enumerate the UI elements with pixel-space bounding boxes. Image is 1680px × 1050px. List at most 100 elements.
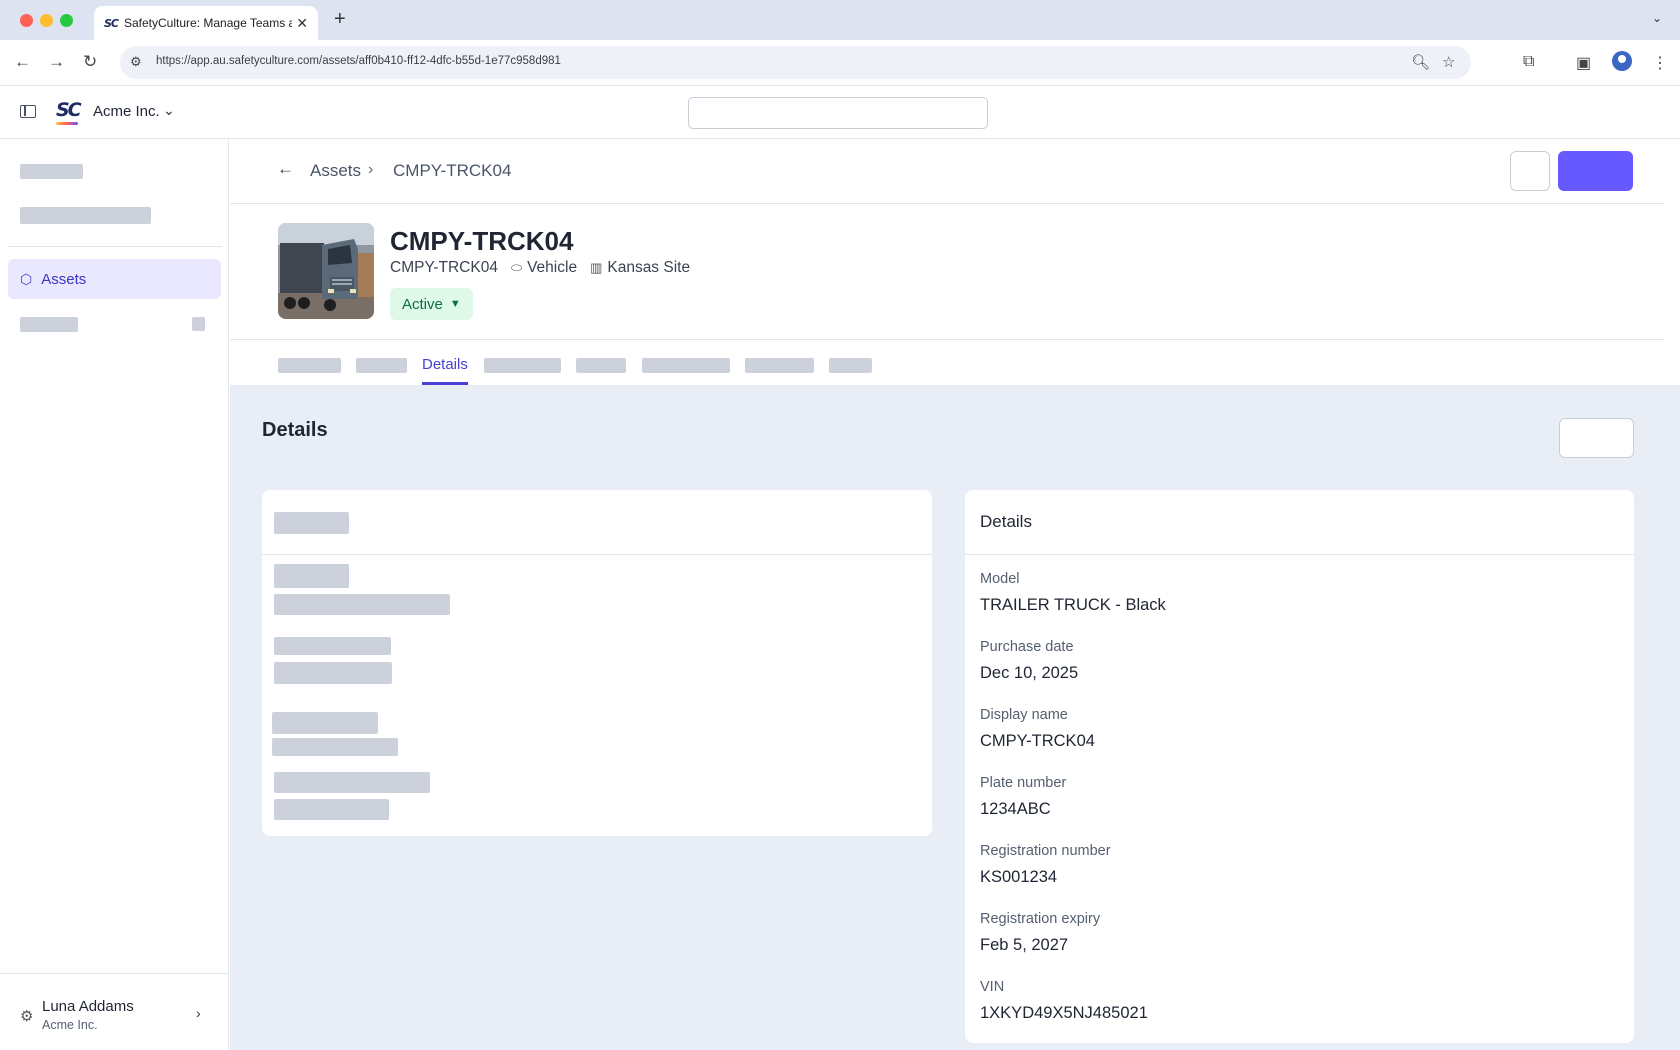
field-value: 1XKYD49X5NJ485021: [980, 1004, 1148, 1022]
sidebar-toggle-icon[interactable]: [20, 105, 36, 118]
sidebar-divider: [8, 246, 222, 247]
chevron-right-icon: ›: [196, 1005, 201, 1021]
tabs-divider: [230, 339, 1664, 340]
section-title: Details: [262, 419, 328, 441]
card-divider: [262, 554, 932, 555]
field-value: Feb 5, 2027: [980, 936, 1069, 954]
field-value: TRAILER TRUCK - Black: [980, 596, 1166, 614]
more-actions-button[interactable]: [1510, 151, 1550, 191]
chevron-down-icon: ▼: [449, 298, 461, 310]
tag-icon: ⬭: [510, 260, 523, 275]
field-label: Purchase date: [980, 639, 1074, 655]
tab-placeholder[interactable]: [356, 358, 407, 373]
safetyculture-logo[interactable]: SC: [56, 99, 82, 121]
asset-site: Kansas Site: [607, 259, 691, 276]
browser-menu-icon[interactable]: ⋮: [1652, 53, 1668, 73]
close-window-button[interactable]: [20, 14, 33, 27]
status-dropdown[interactable]: Active ▼: [390, 288, 473, 320]
field-value: CMPY-TRCK04: [980, 732, 1095, 750]
search-input[interactable]: [688, 97, 988, 129]
sidebar: ⬡ Assets ⚙ Luna Addams Acme Inc. ›: [0, 139, 229, 1050]
field-display-name: Display name CMPY-TRCK04: [980, 707, 1095, 751]
field-label: Registration number: [980, 843, 1111, 859]
field-value-placeholder: [274, 662, 392, 684]
breadcrumb-assets-link[interactable]: Assets: [310, 161, 361, 181]
info-card-placeholder: [262, 490, 932, 836]
browser-tab[interactable]: SC SafetyCulture: Manage Teams and... ✕: [94, 6, 318, 40]
bookmark-star-icon[interactable]: ☆: [1442, 53, 1455, 71]
tab-placeholder[interactable]: [278, 358, 341, 373]
forward-icon[interactable]: →: [48, 52, 65, 72]
chevron-down-icon[interactable]: ⌄: [163, 102, 175, 119]
tab-placeholder[interactable]: [576, 358, 626, 373]
primary-action-button[interactable]: [1558, 151, 1633, 191]
tab-placeholder[interactable]: [829, 358, 872, 373]
asset-header: ← Assets › CMPY-TRCK04 CMPY-TRCK04 CMPY-…: [230, 139, 1680, 385]
tab-details[interactable]: Details: [422, 356, 468, 373]
address-bar[interactable]: ⚙ https://app.au.safetyculture.com/asset…: [120, 46, 1471, 79]
breadcrumb-current: CMPY-TRCK04: [393, 161, 512, 180]
truck-photo: [278, 223, 374, 319]
field-value: 1234ABC: [980, 800, 1051, 818]
field-value-placeholder: [272, 738, 398, 756]
field-label: Plate number: [980, 775, 1067, 791]
tab-placeholder[interactable]: [642, 358, 730, 373]
tab-placeholder[interactable]: [745, 358, 814, 373]
asset-type: Vehicle: [527, 259, 578, 276]
tab-placeholder[interactable]: [484, 358, 561, 373]
safetyculture-favicon-icon: SC: [104, 16, 119, 30]
profile-avatar-icon[interactable]: [1612, 51, 1632, 71]
active-tab-indicator: [422, 382, 468, 385]
gear-icon: ⚙: [20, 1008, 34, 1025]
asset-photo[interactable]: [278, 223, 374, 319]
sidebar-placeholder: [20, 164, 83, 179]
browser-toolbar: ← → ↻ ⚙ https://app.au.safetyculture.com…: [0, 40, 1680, 86]
field-value: Dec 10, 2025: [980, 664, 1079, 682]
reload-icon[interactable]: ↻: [83, 52, 97, 72]
field-registration-number: Registration number KS001234: [980, 843, 1111, 887]
sidebar-item-assets[interactable]: ⬡ Assets: [8, 259, 221, 299]
zoom-icon[interactable]: 🔍︎: [1411, 53, 1430, 71]
asset-title: CMPY-TRCK04: [390, 226, 574, 256]
maximize-window-button[interactable]: [60, 14, 73, 27]
main-content: ← Assets › CMPY-TRCK04 CMPY-TRCK04 CMPY-…: [230, 139, 1680, 1050]
field-registration-expiry: Registration expiry Feb 5, 2027: [980, 911, 1100, 955]
back-arrow-icon[interactable]: ←: [277, 159, 294, 179]
field-label: Display name: [980, 707, 1068, 723]
back-icon[interactable]: ←: [14, 52, 31, 72]
minimize-window-button[interactable]: [40, 14, 53, 27]
field-label-placeholder: [272, 712, 378, 734]
new-tab-icon[interactable]: +: [334, 8, 346, 31]
tab-search-chevron-icon[interactable]: ⌄: [1652, 11, 1662, 25]
url-text: https://app.au.safetyculture.com/assets/…: [156, 55, 561, 67]
field-vin: VIN 1XKYD49X5NJ485021: [980, 979, 1148, 1023]
side-panel-icon[interactable]: ▣: [1576, 53, 1591, 73]
app-header: SC Acme Inc. ⌄: [0, 86, 1680, 139]
field-plate-number: Plate number 1234ABC: [980, 775, 1066, 819]
asset-id: CMPY-TRCK04: [390, 259, 498, 276]
edit-button[interactable]: [1559, 418, 1634, 458]
field-model: Model TRAILER TRUCK - Black: [980, 571, 1166, 615]
org-switcher-name[interactable]: Acme Inc.: [93, 103, 160, 120]
card-divider: [965, 554, 1634, 555]
field-label: VIN: [980, 979, 1005, 995]
user-menu[interactable]: ⚙ Luna Addams Acme Inc. ›: [0, 973, 229, 1050]
sidebar-item-label: Assets: [41, 270, 87, 288]
header-divider: [230, 203, 1664, 204]
sidebar-placeholder: [192, 317, 205, 331]
tab-title: SafetyCulture: Manage Teams and...: [124, 16, 293, 30]
card-title-placeholder: [274, 512, 349, 534]
field-label: Model: [980, 571, 1020, 587]
building-icon: ▥: [590, 260, 603, 275]
field-label-placeholder: [274, 772, 430, 793]
close-tab-icon[interactable]: ✕: [296, 15, 308, 32]
status-label: Active: [402, 295, 443, 313]
sidebar-placeholder: [20, 207, 151, 224]
sidebar-placeholder: [20, 317, 78, 332]
field-value-placeholder: [274, 594, 450, 615]
field-label-placeholder: [274, 637, 391, 655]
site-info-icon[interactable]: ⚙: [130, 54, 142, 70]
field-purchase-date: Purchase date Dec 10, 2025: [980, 639, 1078, 683]
extensions-icon[interactable]: ⧉: [1523, 53, 1534, 71]
field-value-placeholder: [274, 799, 389, 820]
